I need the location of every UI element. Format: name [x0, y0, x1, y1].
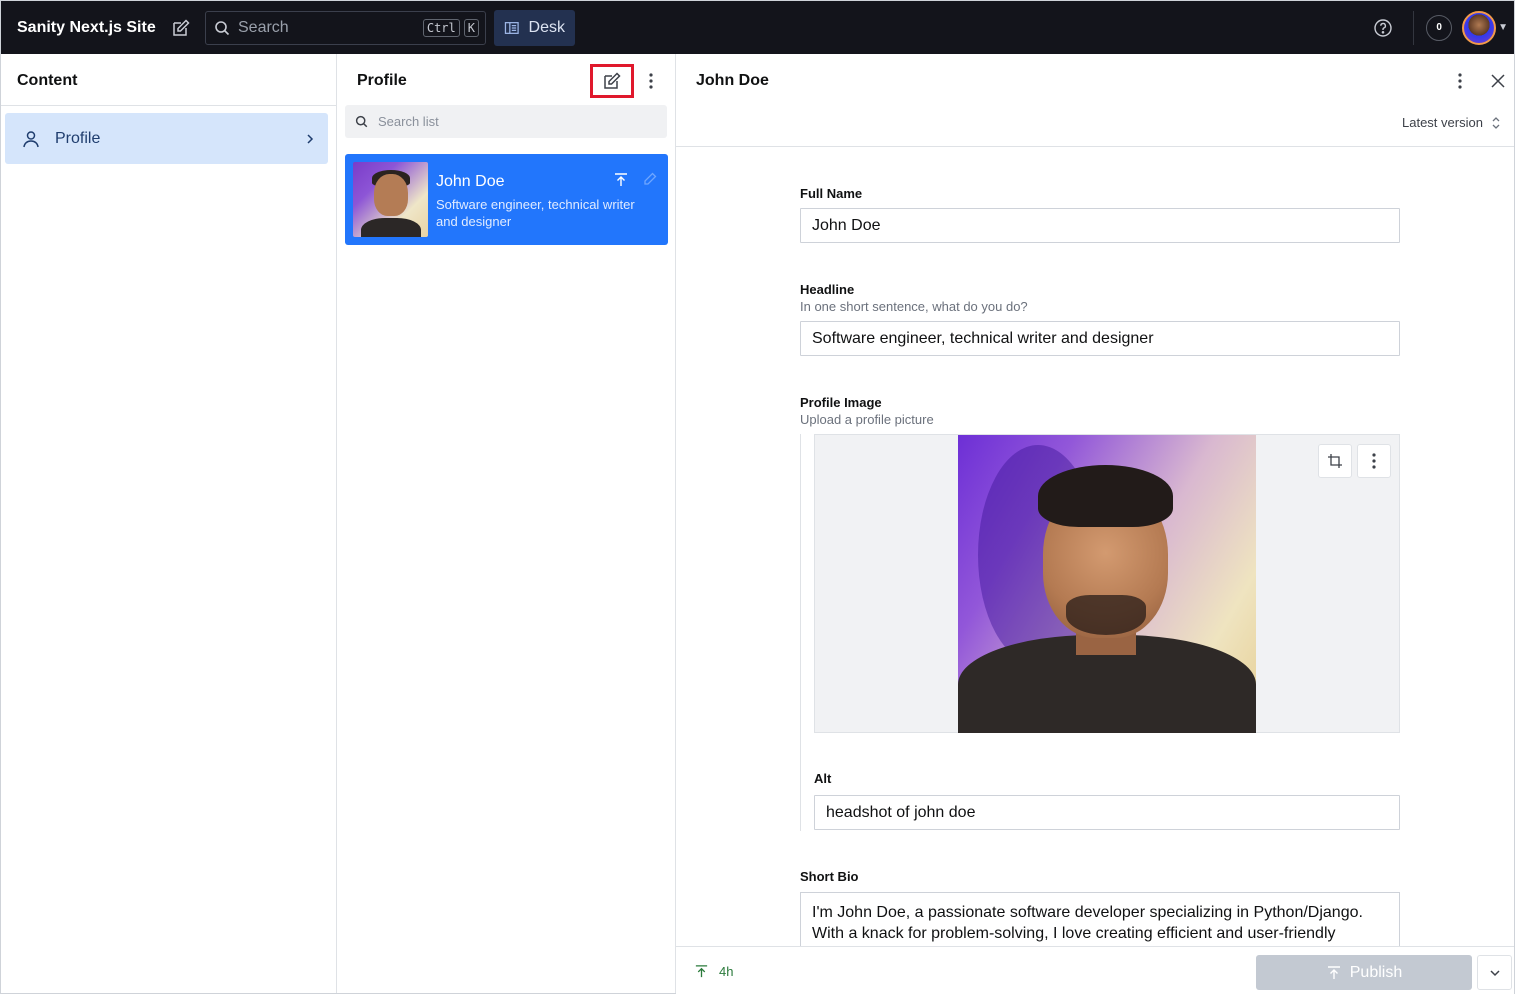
close-pane-button[interactable] — [1486, 68, 1510, 94]
crop-button[interactable] — [1318, 444, 1352, 478]
content-pane-title: Content — [17, 72, 78, 89]
profile-photo — [958, 435, 1256, 733]
more-vertical-icon — [1458, 73, 1462, 89]
studio-window: Sanity Next.js Site Search Ctrl K Desk 0… — [0, 0, 1515, 994]
chevron-down-icon — [1489, 969, 1500, 976]
list-item-subtitle: Software engineer, technical writer and … — [436, 197, 635, 229]
profile-list-pane: Profile Search list John Doe Software en… — [337, 54, 676, 993]
version-selector[interactable]: Latest version — [1402, 115, 1501, 130]
desk-tool-button[interactable]: Desk — [494, 9, 575, 46]
headline-label: Headline — [800, 282, 855, 297]
chevron-down-icon[interactable]: ▼ — [1498, 22, 1508, 33]
nav-item-label: Profile — [55, 129, 101, 147]
published-icon — [695, 965, 708, 978]
search-list-input[interactable]: Search list — [345, 105, 667, 138]
publish-button[interactable]: Publish — [1256, 955, 1472, 990]
publish-icon — [1327, 965, 1340, 979]
publish-menu-button[interactable] — [1477, 955, 1512, 990]
user-icon — [23, 130, 39, 147]
document-header: John Doe Latest version — [676, 54, 1514, 147]
chevron-right-icon — [307, 133, 314, 144]
desk-icon — [504, 21, 519, 34]
profile-image-label: Profile Image — [800, 395, 882, 410]
headline-description: In one short sentence, what do you do? — [800, 299, 1028, 314]
more-vertical-icon — [1372, 453, 1376, 469]
list-item[interactable]: John Doe Software engineer, technical wr… — [345, 154, 668, 245]
create-document-button[interactable] — [590, 64, 634, 98]
alt-input[interactable]: headshot of john doe — [814, 795, 1400, 830]
image-preview[interactable] — [814, 434, 1400, 733]
profile-image-description: Upload a profile picture — [800, 412, 934, 427]
document-title: John Doe — [696, 72, 769, 89]
publish-status-time: 4h — [719, 964, 734, 979]
help-icon — [1374, 18, 1392, 37]
close-icon — [1491, 74, 1505, 88]
headline-input[interactable]: Software engineer, technical writer and … — [800, 321, 1400, 356]
content-pane: Content Profile — [1, 54, 337, 993]
global-search-input[interactable]: Search Ctrl K — [205, 10, 486, 45]
help-button[interactable] — [1367, 12, 1399, 44]
user-avatar[interactable] — [1462, 10, 1497, 45]
search-icon — [215, 20, 230, 35]
document-footer: 4h Publish — [676, 946, 1514, 994]
more-vertical-icon — [649, 73, 653, 89]
alt-label: Alt — [814, 771, 832, 786]
topbar-right: 0 ▼ — [1367, 10, 1514, 45]
short-bio-label: Short Bio — [800, 869, 859, 884]
presence-badge[interactable]: 0 — [1426, 14, 1453, 41]
profile-image-field: Alt headshot of john doe — [800, 434, 1400, 831]
compose-icon — [173, 18, 190, 36]
desk-label: Desk — [528, 18, 565, 36]
topbar-divider — [1413, 10, 1415, 45]
crop-icon — [1328, 454, 1342, 468]
compose-icon — [604, 72, 621, 89]
list-menu-button[interactable] — [639, 68, 663, 94]
short-bio-textarea[interactable]: I'm John Doe, a passionate software deve… — [800, 892, 1400, 946]
version-label: Latest version — [1402, 115, 1483, 130]
full-name-input[interactable]: John Doe — [800, 208, 1400, 243]
brand-title[interactable]: Sanity Next.js Site — [17, 19, 165, 37]
full-name-label: Full Name — [800, 186, 863, 201]
search-icon — [355, 115, 368, 128]
document-menu-button[interactable] — [1448, 68, 1472, 94]
publish-label: Publish — [1349, 963, 1403, 981]
nav-item-profile[interactable]: Profile — [5, 113, 328, 164]
chevron-up-down-icon — [1492, 116, 1500, 129]
new-document-button[interactable] — [165, 12, 197, 44]
content-pane-header: Content — [1, 54, 336, 106]
published-icon — [615, 173, 627, 186]
document-pane: John Doe Latest version Full Name John D… — [676, 54, 1514, 994]
draft-pencil-icon — [644, 172, 657, 185]
profile-thumbnail — [353, 162, 428, 237]
kbd-k: K — [463, 18, 479, 37]
search-placeholder: Search — [238, 18, 289, 36]
image-menu-button[interactable] — [1357, 444, 1391, 478]
profile-pane-title: Profile — [357, 72, 407, 89]
top-navbar: Sanity Next.js Site Search Ctrl K Desk 0… — [1, 1, 1514, 54]
kbd-ctrl: Ctrl — [422, 18, 460, 37]
list-item-title: John Doe — [436, 173, 505, 190]
publish-status[interactable]: 4h — [694, 964, 733, 979]
search-list-placeholder: Search list — [378, 114, 439, 129]
